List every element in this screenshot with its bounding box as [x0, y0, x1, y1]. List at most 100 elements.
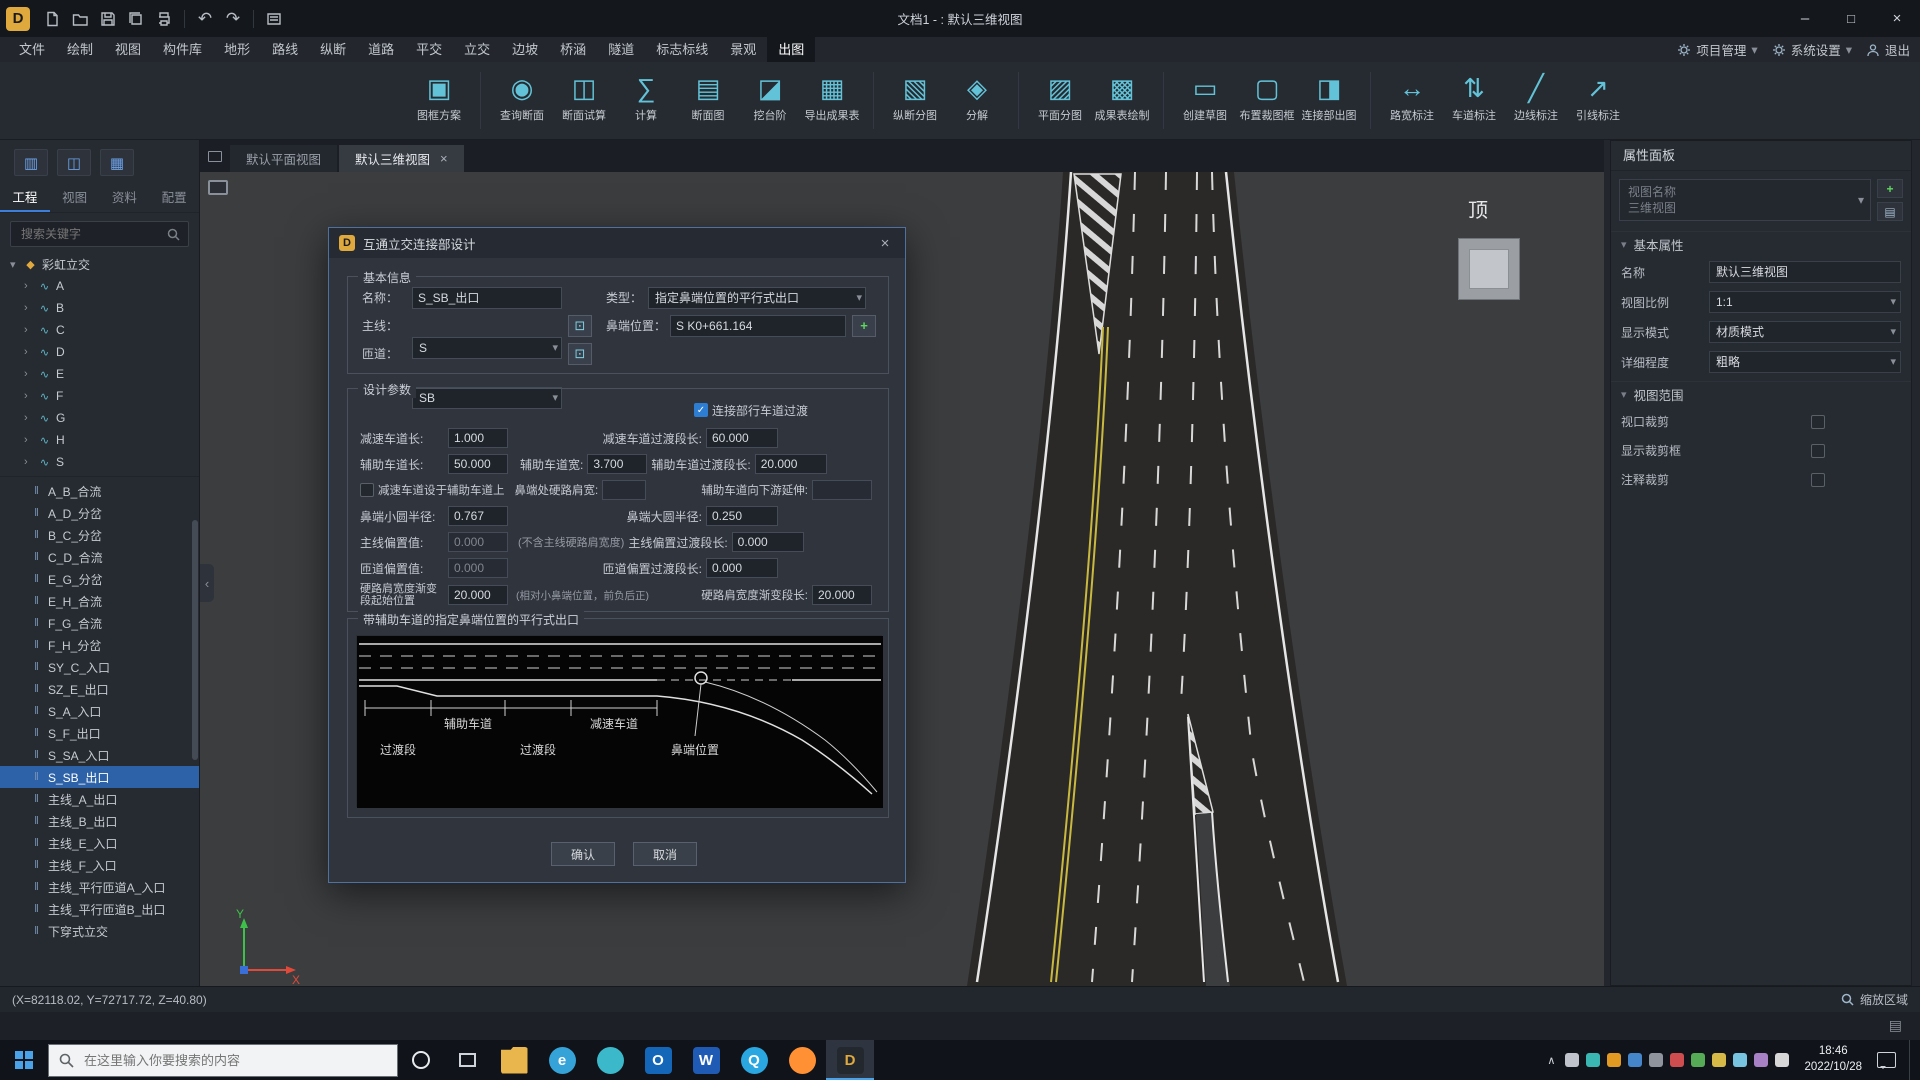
action-center-icon[interactable] [1877, 1052, 1896, 1068]
tray-icon[interactable] [1712, 1053, 1726, 1067]
expand-icon[interactable] [24, 390, 33, 402]
tray-icon[interactable] [1628, 1053, 1642, 1067]
connection-item[interactable]: 下穿式立交 [0, 920, 199, 942]
aux-transition-length-input[interactable]: 20.000 [755, 454, 827, 474]
maximize-button[interactable] [1828, 0, 1874, 37]
zoom-region-button[interactable]: 缩放区域 [1860, 991, 1908, 1008]
sidebar-tab[interactable]: 视图 [50, 184, 100, 212]
annotation-crop-checkbox[interactable] [1811, 473, 1825, 487]
connection-item[interactable]: SZ_E_出口 [0, 678, 199, 700]
edge-icon[interactable]: e [538, 1040, 586, 1080]
connection-item[interactable]: B_C_分岔 [0, 524, 199, 546]
expand-icon[interactable] [24, 368, 33, 380]
menu-tab[interactable]: 纵断 [309, 37, 357, 62]
menu-tab[interactable]: 文件 [8, 37, 56, 62]
task-view-button[interactable] [444, 1040, 490, 1080]
expand-icon[interactable] [24, 434, 33, 446]
expand-icon[interactable] [24, 412, 33, 424]
tree-node[interactable]: D [0, 341, 199, 363]
connection-item[interactable]: 主线_F_入口 [0, 854, 199, 876]
show-desktop-button[interactable] [1909, 1040, 1914, 1080]
ribbon-item[interactable]: ▢ 布置裁图框 [1236, 62, 1298, 123]
search-input[interactable] [19, 226, 167, 242]
tray-expand-icon[interactable] [1547, 1054, 1555, 1067]
tree-node[interactable]: A [0, 275, 199, 297]
aux-downstream-extension-input[interactable] [812, 480, 872, 500]
ribbon-item[interactable]: ▨ 平面分图 [1029, 62, 1091, 123]
plot-icon[interactable] [260, 6, 288, 32]
connection-item[interactable]: C_D_合流 [0, 546, 199, 568]
project-manage-menu[interactable]: 项目管理 [1677, 40, 1757, 59]
connection-item[interactable]: E_H_合流 [0, 590, 199, 612]
tree-node[interactable]: S [0, 451, 199, 473]
tray-icon[interactable] [1607, 1053, 1621, 1067]
ribbon-item[interactable]: ↔ 路宽标注 [1381, 62, 1443, 123]
minimize-button[interactable] [1782, 0, 1828, 37]
connection-item[interactable]: 主线_E_入口 [0, 832, 199, 854]
name-input[interactable]: S_SB_出口 [412, 287, 562, 309]
panel-layout-icon[interactable]: ▥ [14, 149, 48, 176]
detail-level-select[interactable]: 粗略 [1709, 351, 1901, 373]
shoulder-taper-length-input[interactable]: 20.000 [812, 585, 872, 605]
menu-tab[interactable]: 绘制 [56, 37, 104, 62]
firefox-icon[interactable] [778, 1040, 826, 1080]
menu-tab[interactable]: 视图 [104, 37, 152, 62]
cancel-button[interactable]: 取消 [633, 842, 697, 866]
connection-item[interactable]: A_B_合流 [0, 480, 199, 502]
menu-tab[interactable]: 道路 [357, 37, 405, 62]
shoulder-taper-start-input[interactable]: 20.000 [448, 585, 508, 605]
view-scale-select[interactable]: 1:1 [1709, 291, 1901, 313]
sidebar-tab[interactable]: 资料 [100, 184, 150, 212]
ribbon-item[interactable]: ▤ 断面图 [677, 62, 739, 123]
sidebar-scrollbar[interactable] [192, 520, 198, 760]
lane-transition-checkbox[interactable] [694, 403, 708, 417]
save-all-icon[interactable] [122, 6, 150, 32]
tray-icon[interactable] [1586, 1053, 1600, 1067]
sidebar-tab[interactable]: 工程 [0, 184, 50, 212]
menu-tab[interactable]: 桥涵 [549, 37, 597, 62]
panel-layout-icon[interactable]: ▦ [100, 149, 134, 176]
ribbon-item[interactable]: ◪ 挖台阶 [739, 62, 801, 123]
menu-tab[interactable]: 构件库 [152, 37, 213, 62]
connection-item[interactable]: F_G_合流 [0, 612, 199, 634]
decel-lane-length-input[interactable]: 1.000 [448, 428, 508, 448]
menu-tab[interactable]: 路线 [261, 37, 309, 62]
tree-node[interactable]: H [0, 429, 199, 451]
expand-icon[interactable] [24, 346, 33, 358]
tray-icon[interactable] [1565, 1053, 1579, 1067]
crop-frame-checkbox[interactable] [1811, 444, 1825, 458]
connection-item[interactable]: S_A_入口 [0, 700, 199, 722]
menu-tab[interactable]: 边坡 [501, 37, 549, 62]
outlook-icon[interactable]: O [634, 1040, 682, 1080]
type-select[interactable]: 指定鼻端位置的平行式出口 [648, 287, 866, 309]
aux-lane-width-input[interactable]: 3.700 [587, 454, 647, 474]
redo-icon[interactable] [219, 6, 247, 32]
ramp-offset-input[interactable]: 0.000 [448, 558, 508, 578]
add-view-button[interactable] [1877, 179, 1903, 198]
open-folder-icon[interactable] [66, 6, 94, 32]
dialog-close-icon[interactable] [875, 235, 895, 252]
collapse-icon[interactable] [10, 258, 19, 271]
expand-icon[interactable] [24, 302, 33, 314]
cad-app-icon[interactable]: D [826, 1040, 874, 1080]
nose-small-radius-input[interactable]: 0.767 [448, 506, 508, 526]
decel-on-aux-checkbox[interactable] [360, 483, 374, 497]
tree-node[interactable]: G [0, 407, 199, 429]
close-tab-icon[interactable] [440, 151, 448, 166]
word-icon[interactable]: W [682, 1040, 730, 1080]
sidebar-collapse-handle[interactable] [200, 564, 214, 602]
ribbon-item[interactable]: ◨ 连接部出图 [1298, 62, 1360, 123]
menu-tab[interactable]: 立交 [453, 37, 501, 62]
tray-icon[interactable] [1754, 1053, 1768, 1067]
display-mode-select[interactable]: 材质模式 [1709, 321, 1901, 343]
ribbon-item[interactable]: ▩ 成果表绘制 [1091, 62, 1153, 123]
aux-lane-length-input[interactable]: 50.000 [448, 454, 508, 474]
system-settings-menu[interactable]: 系统设置 [1772, 40, 1852, 59]
tree-node[interactable]: F [0, 385, 199, 407]
pick-mainline-button[interactable] [568, 315, 592, 337]
expand-icon[interactable] [24, 456, 33, 468]
connection-item[interactable]: 主线_平行匝道B_出口 [0, 898, 199, 920]
tree-node[interactable]: C [0, 319, 199, 341]
menu-tab[interactable]: 地形 [213, 37, 261, 62]
expand-icon[interactable] [24, 324, 33, 336]
